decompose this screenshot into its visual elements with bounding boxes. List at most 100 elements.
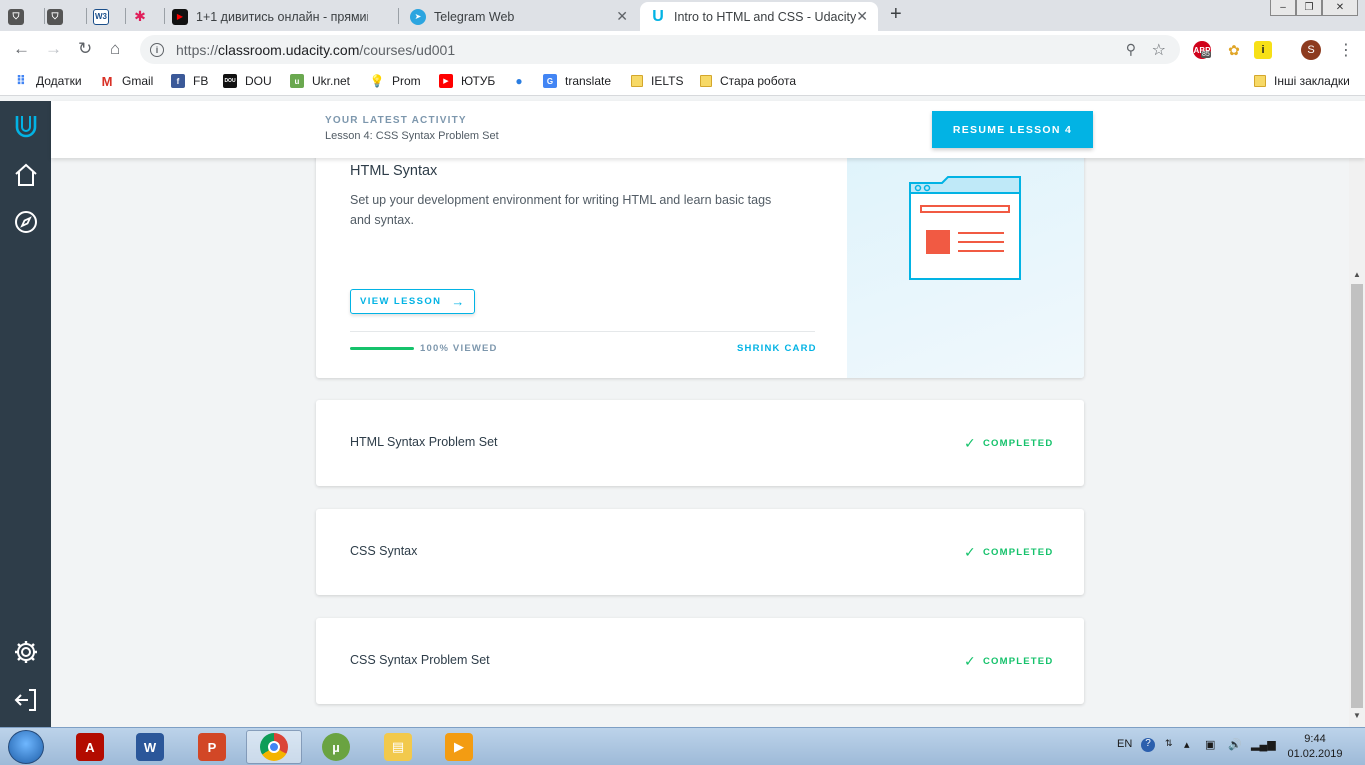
adblock-count-badge: 85: [1201, 51, 1211, 58]
tray-device-icon[interactable]: ▣: [1205, 738, 1215, 751]
youtube-icon: ▶: [172, 8, 188, 25]
tab-telegram[interactable]: ➤ Telegram Web ✕: [410, 2, 638, 31]
bookmark-other-folder[interactable]: Інші закладки: [1254, 74, 1350, 88]
acrobat-icon: A: [76, 733, 104, 761]
compass-icon[interactable]: [13, 209, 39, 235]
bookmark-dou[interactable]: DOU DOU: [223, 74, 272, 88]
taskbar-utorrent[interactable]: µ: [308, 730, 364, 764]
help-icon[interactable]: ?: [1141, 738, 1155, 752]
lesson-card-expanded: HTML Syntax Set up your development envi…: [316, 158, 1084, 378]
bookmark-label: DOU: [245, 74, 272, 88]
scrollbar-thumb[interactable]: [1351, 284, 1363, 708]
taskbar-acrobat[interactable]: A: [62, 730, 118, 764]
lesson-illustration: [847, 158, 1084, 378]
lesson-card[interactable]: HTML Syntax Problem Set ✓ COMPLETED: [316, 400, 1084, 486]
bookmark-ielts-folder[interactable]: IELTS: [631, 74, 683, 88]
new-tab-button[interactable]: +: [890, 3, 902, 26]
folder-icon: [1254, 75, 1266, 87]
tab-title: 1+1 дивитись онлайн - прямий: [196, 9, 368, 24]
lesson-card[interactable]: CSS Syntax Problem Set ✓ COMPLETED: [316, 618, 1084, 704]
lesson-description: Set up your development environment for …: [350, 193, 772, 227]
bookmark-ukrnet[interactable]: u Ukr.net: [290, 74, 350, 88]
page-scrollbar[interactable]: ▲ ▼: [1349, 158, 1365, 727]
browser-menu-icon[interactable]: ⋮: [1338, 40, 1354, 60]
tray-network-icon[interactable]: ⇅: [1165, 738, 1173, 749]
taskbar-chrome[interactable]: [246, 730, 302, 764]
browser-toolbar: ← → ↻ ⌂ i https://classroom.udacity.com/…: [0, 31, 1365, 68]
status-label: COMPLETED: [982, 656, 1054, 667]
google-translate-icon: G: [543, 74, 557, 88]
utorrent-icon: µ: [322, 733, 350, 761]
profile-avatar[interactable]: S: [1301, 40, 1321, 60]
view-lesson-button[interactable]: VIEW LESSON →: [350, 289, 475, 314]
reload-button[interactable]: ↻: [78, 40, 92, 58]
windows-start-button[interactable]: [8, 730, 44, 764]
url-host: classroom.udacity.com: [218, 41, 360, 58]
chrome-icon: [260, 733, 288, 761]
bookmark-youtube[interactable]: ▶ ЮТУБ: [439, 74, 495, 88]
taskbar-powerpoint[interactable]: P: [184, 730, 240, 764]
close-window-button[interactable]: ✕: [1322, 0, 1358, 16]
bookmark-old-work-folder[interactable]: Стара робота: [700, 74, 796, 88]
drop-icon: ●: [515, 74, 523, 88]
windows-taskbar: A W P µ ▤ ▶ EN ? ⇅ ▴ ▣ 🔊 ▂▄▆ 9:44 01.02.…: [0, 727, 1365, 765]
signal-icon[interactable]: ▂▄▆: [1251, 738, 1276, 751]
home-icon[interactable]: [13, 162, 39, 188]
bookmark-label: IELTS: [651, 74, 684, 88]
bookmark-gmail[interactable]: M Gmail: [100, 74, 154, 89]
logout-icon[interactable]: [13, 687, 39, 713]
back-button[interactable]: ←: [13, 40, 30, 58]
volume-icon[interactable]: 🔊: [1228, 738, 1242, 751]
tab-pinned-4[interactable]: ✱: [132, 2, 168, 31]
bookmark-translate[interactable]: G translate: [543, 74, 611, 88]
resume-lesson-button[interactable]: RESUME LESSON 4: [932, 111, 1093, 148]
status-label: COMPLETED: [982, 438, 1054, 449]
bookmark-drop[interactable]: ●: [512, 74, 534, 88]
lightbulb-icon: 💡: [369, 74, 385, 88]
completed-status: ✓ COMPLETED: [964, 653, 1053, 670]
bookmark-prom[interactable]: 💡 Prom: [370, 74, 421, 88]
language-indicator[interactable]: EN: [1117, 738, 1132, 750]
latest-activity-lesson[interactable]: Lesson 4: CSS Syntax Problem Set: [325, 130, 499, 142]
lesson-title: HTML Syntax: [350, 163, 438, 179]
lesson-card[interactable]: CSS Syntax ✓ COMPLETED: [316, 509, 1084, 595]
tab-udacity-active[interactable]: U Intro to HTML and CSS - Udacity ✕: [640, 2, 878, 31]
taskbar-word[interactable]: W: [122, 730, 178, 764]
forward-button[interactable]: →: [45, 40, 62, 58]
bookmark-star-icon[interactable]: ☆: [1152, 40, 1166, 60]
scroll-down-icon[interactable]: ▼: [1353, 711, 1361, 720]
shrink-card-button[interactable]: SHRINK CARD: [737, 343, 817, 354]
show-hidden-icons-icon[interactable]: ▴: [1184, 738, 1190, 751]
udacity-logo-icon[interactable]: [13, 113, 39, 139]
taskbar-explorer[interactable]: ▤: [370, 730, 426, 764]
minimize-button[interactable]: –: [1270, 0, 1296, 16]
tab-youtube[interactable]: ▶ 1+1 дивитись онлайн - прямий: [172, 2, 394, 31]
bookmark-label: FB: [193, 74, 209, 88]
bookmark-fb[interactable]: f FB: [171, 74, 208, 88]
tab-pinned-3[interactable]: W3: [93, 2, 129, 31]
taskbar-media-player[interactable]: ▶: [431, 730, 487, 764]
extension-i-icon[interactable]: i: [1254, 41, 1272, 59]
taskbar-clock[interactable]: 9:44 01.02.2019: [1280, 732, 1350, 762]
home-button[interactable]: ⌂: [110, 40, 120, 58]
close-tab-icon[interactable]: ✕: [856, 8, 868, 25]
site-info-icon[interactable]: i: [150, 42, 164, 57]
address-bar[interactable]: i https://classroom.udacity.com/courses/…: [140, 35, 1180, 64]
tab-pinned-1[interactable]: ⛉: [8, 2, 44, 31]
progress-bar: [350, 347, 414, 350]
scroll-up-icon[interactable]: ▲: [1353, 270, 1361, 279]
ukrnet-icon: u: [290, 74, 304, 88]
zoom-icon[interactable]: ⚲: [1126, 41, 1136, 58]
folder-icon: ▤: [384, 733, 412, 761]
bookmark-apps[interactable]: ⠿ Додатки: [14, 73, 82, 88]
bookmark-label: translate: [565, 74, 612, 88]
tab-pinned-2[interactable]: ⛉: [47, 2, 83, 31]
settings-gear-icon[interactable]: [13, 639, 39, 665]
lesson-name: CSS Syntax: [350, 544, 418, 558]
lesson-name: CSS Syntax Problem Set: [350, 653, 490, 667]
maximize-button[interactable]: ❐: [1296, 0, 1322, 16]
word-icon: W: [136, 733, 164, 761]
extension-flower-icon[interactable]: ✿: [1225, 41, 1243, 59]
completed-status: ✓ COMPLETED: [964, 435, 1053, 452]
close-tab-icon[interactable]: ✕: [616, 8, 628, 25]
